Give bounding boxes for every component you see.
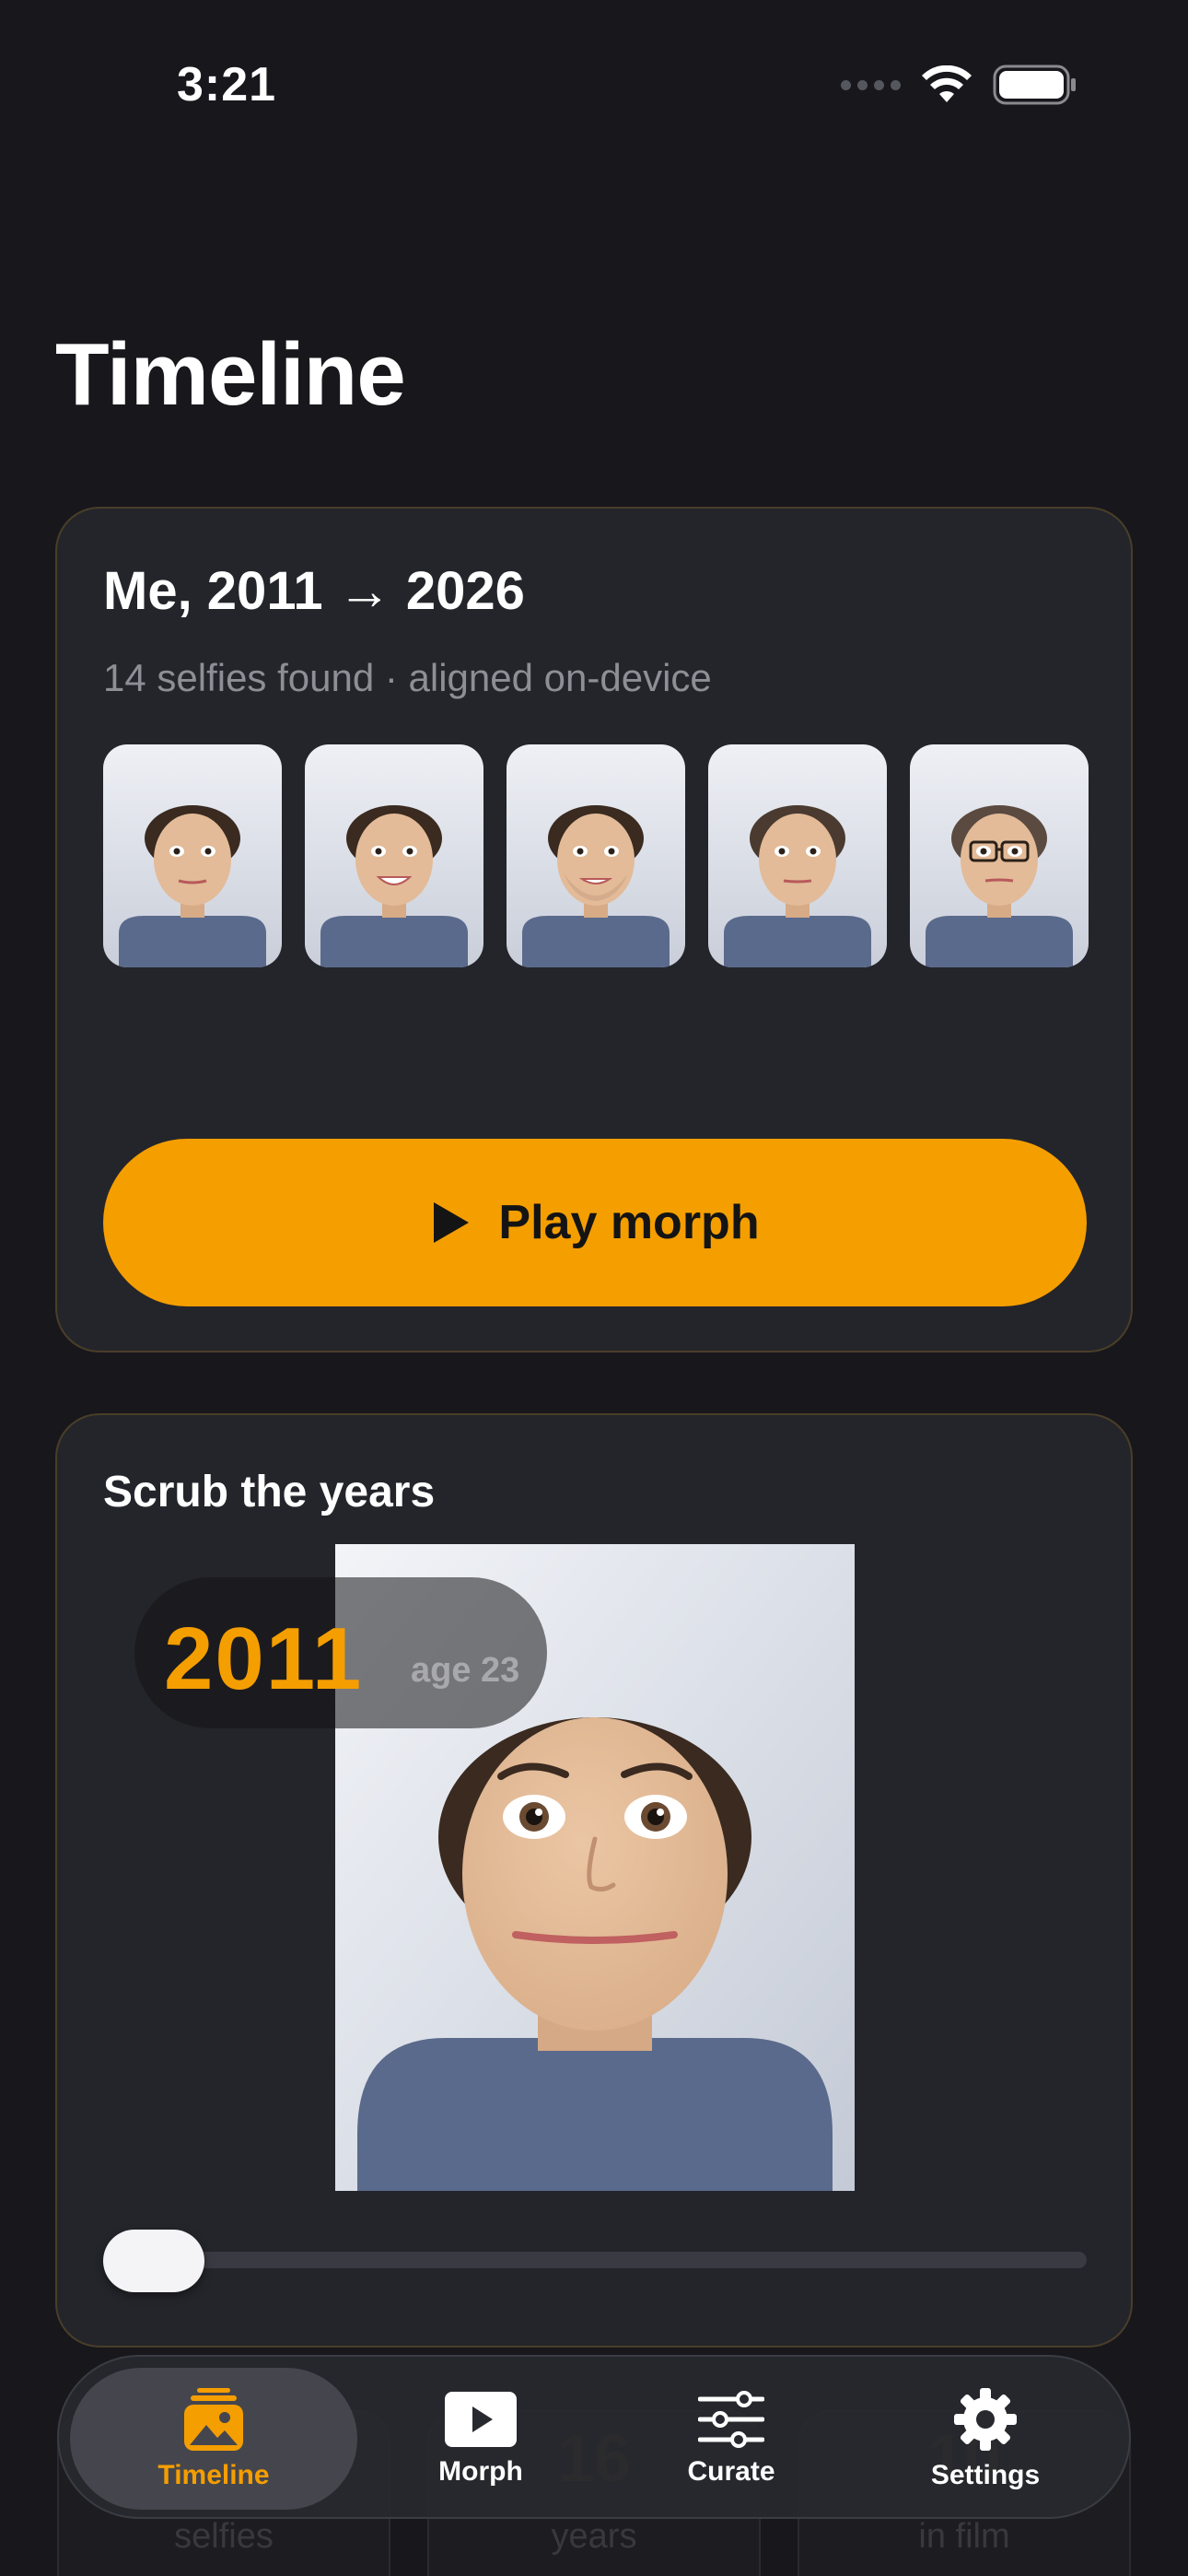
tab-morph[interactable]: Morph: [379, 2368, 582, 2510]
screen: 3:21 Timeline Me, 2011 → 2026 14 selfies…: [0, 0, 1188, 2576]
scrub-card: Scrub the years 2011 age 23: [55, 1413, 1133, 2348]
cellular-signal-icon: [841, 79, 901, 90]
selfie-thumbnails: [103, 744, 1089, 967]
year-value: 2011: [164, 1610, 364, 1708]
wifi-icon: [922, 65, 972, 102]
year-badge: 2011 age 23: [134, 1577, 547, 1728]
play-rectangle-icon: [445, 2392, 517, 2447]
scrub-title: Scrub the years: [103, 1468, 436, 1516]
selfie-thumbnail[interactable]: [507, 744, 685, 967]
battery-icon: [993, 64, 1076, 105]
tab-label: Settings: [930, 2460, 1041, 2490]
timeline-card: Me, 2011 → 2026 14 selfies found · align…: [55, 507, 1133, 1352]
tab-timeline[interactable]: Timeline: [70, 2368, 357, 2510]
selfie-thumbnail[interactable]: [103, 744, 282, 967]
play-morph-label: Play morph: [498, 1196, 760, 1249]
sliders-icon: [698, 2391, 764, 2448]
tab-label: Timeline: [157, 2460, 270, 2490]
tab-bar: Timeline Morph Curate Settings: [57, 2355, 1131, 2519]
selfie-thumbnail[interactable]: [305, 744, 483, 967]
tab-label: Morph: [438, 2456, 523, 2487]
tab-label: Curate: [687, 2456, 775, 2487]
play-icon: [434, 1202, 470, 1243]
stat-label: in film: [918, 2517, 1010, 2556]
timeline-card-subtitle: 14 selfies found · aligned on-device: [103, 656, 712, 699]
status-time: 3:21: [177, 58, 277, 111]
gear-icon: [954, 2388, 1017, 2451]
year-slider-track[interactable]: [103, 2252, 1087, 2268]
page-title: Timeline: [55, 325, 406, 424]
year-slider-thumb[interactable]: [103, 2230, 204, 2292]
age-value: age 23: [411, 1651, 520, 1690]
stat-label: years: [551, 2517, 637, 2556]
timeline-card-title: Me, 2011 → 2026: [103, 561, 525, 621]
selfie-thumbnail[interactable]: [910, 744, 1089, 967]
play-morph-button[interactable]: Play morph: [103, 1139, 1087, 1306]
tab-curate[interactable]: Curate: [630, 2368, 833, 2510]
tab-settings[interactable]: Settings: [875, 2368, 1096, 2510]
status-icons: [841, 64, 1077, 105]
selfie-thumbnail[interactable]: [708, 744, 887, 967]
stat-label: selfies: [174, 2517, 274, 2556]
photo-stack-icon: [184, 2388, 243, 2451]
